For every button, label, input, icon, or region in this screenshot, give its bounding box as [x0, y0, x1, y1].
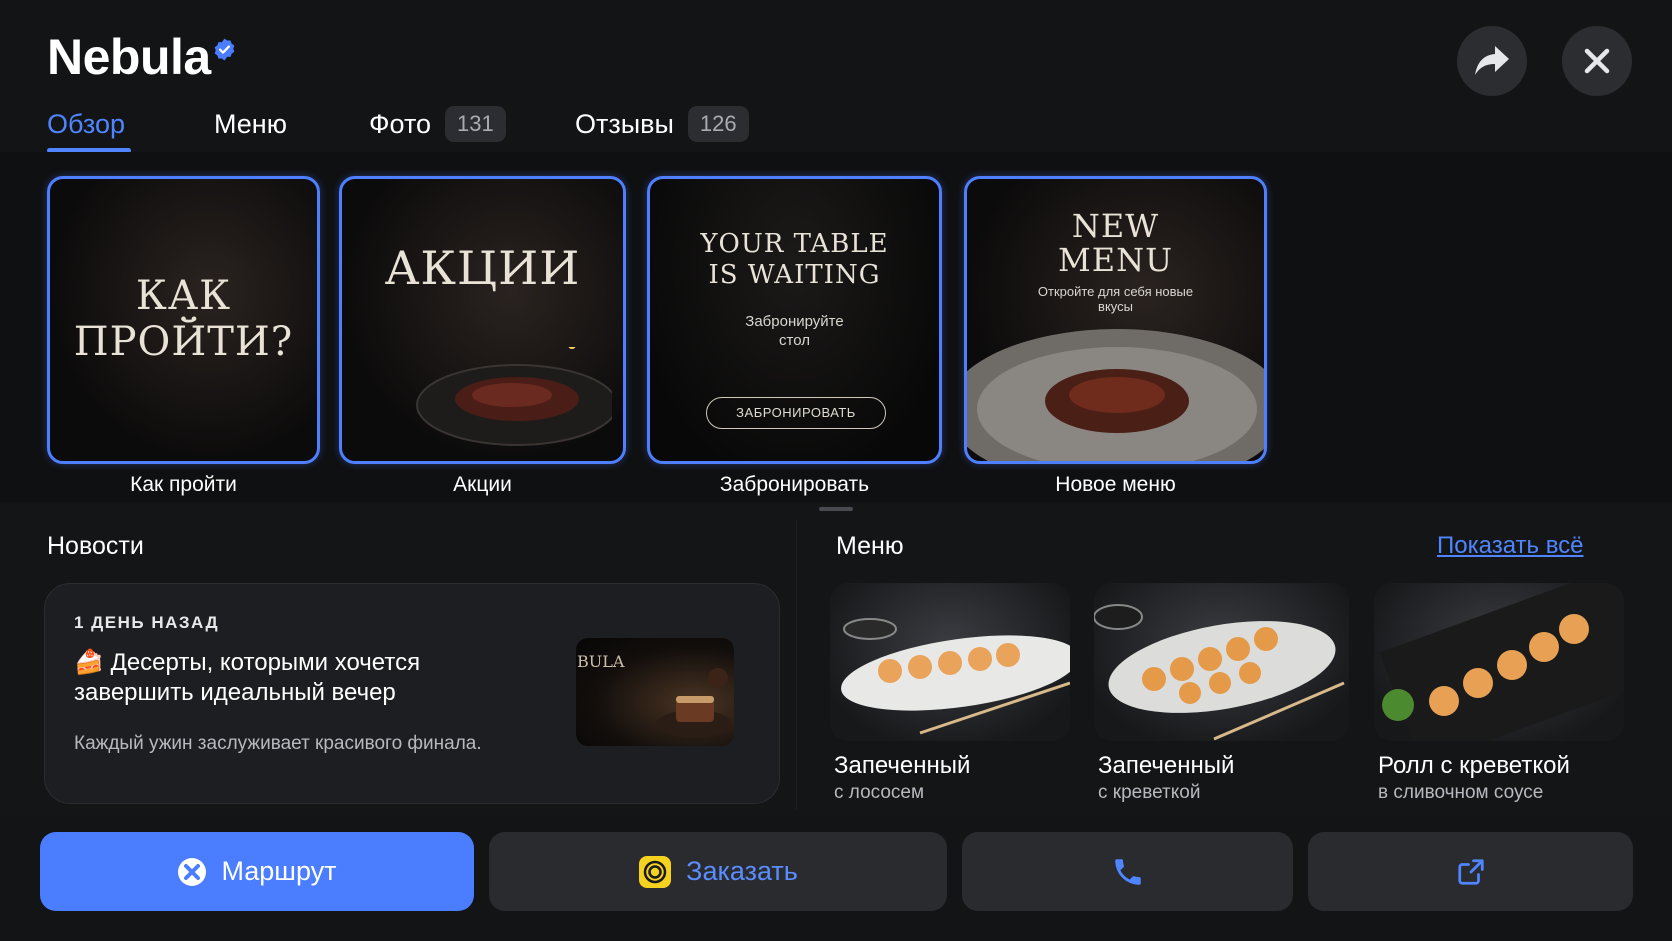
order-label: Заказать [686, 856, 798, 886]
story-cover: NEW MENU Откройте для себя новые вкусы [964, 176, 1267, 464]
story-book-button: ЗАБРОНИРОВАТЬ [706, 397, 886, 429]
column-divider [796, 520, 797, 810]
story-caption: Акции [453, 473, 512, 496]
story-cover: YOUR TABLE IS WAITING Забронируйте стол … [647, 176, 942, 464]
menu-item-description: с лососем [834, 782, 925, 803]
story-cover-text: КАК ПРОЙТИ? [73, 273, 294, 365]
tab-label: Фото [369, 109, 432, 139]
order-icon [638, 855, 672, 889]
news-thumbnail: BULA [576, 638, 734, 746]
story-caption: Забронировать [719, 473, 870, 496]
route-icon [177, 857, 207, 887]
news-thumb-text: BULA [577, 652, 625, 671]
reviews-count-badge: 126 [687, 106, 749, 142]
tab-label: Обзор [47, 109, 125, 139]
tab-photos[interactable]: Фото 131 [369, 104, 506, 152]
tab-label: Отзывы [575, 109, 674, 139]
story-cover: КАК ПРОЙТИ? [47, 176, 320, 464]
menu-section-title: Меню [836, 532, 904, 560]
sushi-plate-image [1094, 604, 1345, 741]
tab-overview[interactable]: Обзор [47, 104, 131, 153]
route-button[interactable]: Маршрут [40, 832, 474, 911]
news-time: 1 ДЕНЬ НАЗАД [74, 613, 220, 632]
news-headline-text: Десерты, которыми хочется завершить идеа… [74, 649, 421, 706]
page-title: Nebula [47, 29, 211, 85]
order-button[interactable]: Заказать [489, 832, 947, 911]
news-headline: 🍰 Десерты, которыми хочется завершить ид… [74, 648, 514, 708]
story-promotions[interactable]: АКЦИИ Акции [339, 176, 626, 496]
story-cover: АКЦИИ [339, 176, 626, 464]
tab-label: Меню [214, 109, 287, 139]
menu-item-description: в сливочном соусе [1378, 782, 1544, 803]
phone-icon [1114, 858, 1141, 885]
news-card[interactable]: 1 ДЕНЬ НАЗАД 🍰 Десерты, которыми хочется… [44, 583, 780, 804]
call-button[interactable] [962, 832, 1293, 911]
show-all-link[interactable]: Показать всё [1437, 532, 1584, 560]
story-cover-text: YOUR TABLE IS WAITING [700, 229, 889, 290]
story-how-to-get[interactable]: КАК ПРОЙТИ? Как пройти [47, 176, 320, 496]
sheet-drag-handle[interactable] [819, 507, 853, 511]
story-book-table[interactable]: YOUR TABLE IS WAITING Забронируйте стол … [647, 176, 942, 496]
tab-reviews[interactable]: Отзывы 126 [575, 104, 749, 152]
external-link-button[interactable] [1308, 832, 1633, 911]
menu-item-image [1094, 583, 1349, 741]
menu-item-name: Запеченный [1098, 752, 1235, 779]
story-caption: Как пройти [130, 473, 237, 496]
news-section-title: Новости [47, 532, 144, 560]
steak-plate-image [416, 347, 612, 446]
cake-emoji-icon: 🍰 [74, 649, 104, 676]
menu-item[interactable]: Запеченный с лососем [830, 583, 1070, 803]
sushi-plate-image [841, 618, 1070, 735]
menu-item[interactable]: Ролл с креветкой в сливочном соусе [1374, 583, 1624, 803]
verified-badge-icon [214, 38, 235, 61]
menu-item-description: с креветкой [1098, 782, 1201, 803]
close-button[interactable] [1562, 26, 1632, 96]
news-text: Каждый ужин заслуживает красивого финала… [74, 733, 482, 754]
story-cover-subtext: Забронируйте стол [745, 313, 844, 349]
dessert-image [656, 668, 732, 738]
story-cover-text: АКЦИИ [384, 241, 581, 295]
story-new-menu[interactable]: NEW MENU Откройте для себя новые вкусы Н… [964, 176, 1267, 496]
steak-plate-image [967, 329, 1264, 461]
close-icon [1584, 48, 1610, 74]
sushi-plate-image [1379, 583, 1624, 741]
story-caption: Новое меню [1055, 473, 1176, 496]
photos-count-badge: 131 [445, 106, 506, 142]
menu-item-name: Ролл с креветкой [1378, 752, 1570, 779]
menu-item-name: Запеченный [834, 752, 971, 779]
share-arrow-icon [1475, 46, 1509, 75]
menu-item-image [830, 583, 1070, 741]
menu-item-image [1374, 583, 1624, 741]
tab-menu[interactable]: Меню [214, 104, 287, 152]
share-button[interactable] [1457, 26, 1527, 96]
route-label: Маршрут [221, 856, 337, 886]
menu-item[interactable]: Запеченный с креветкой [1094, 583, 1349, 803]
external-link-icon [1457, 858, 1484, 885]
story-cover-text: NEW MENU [1057, 207, 1174, 279]
